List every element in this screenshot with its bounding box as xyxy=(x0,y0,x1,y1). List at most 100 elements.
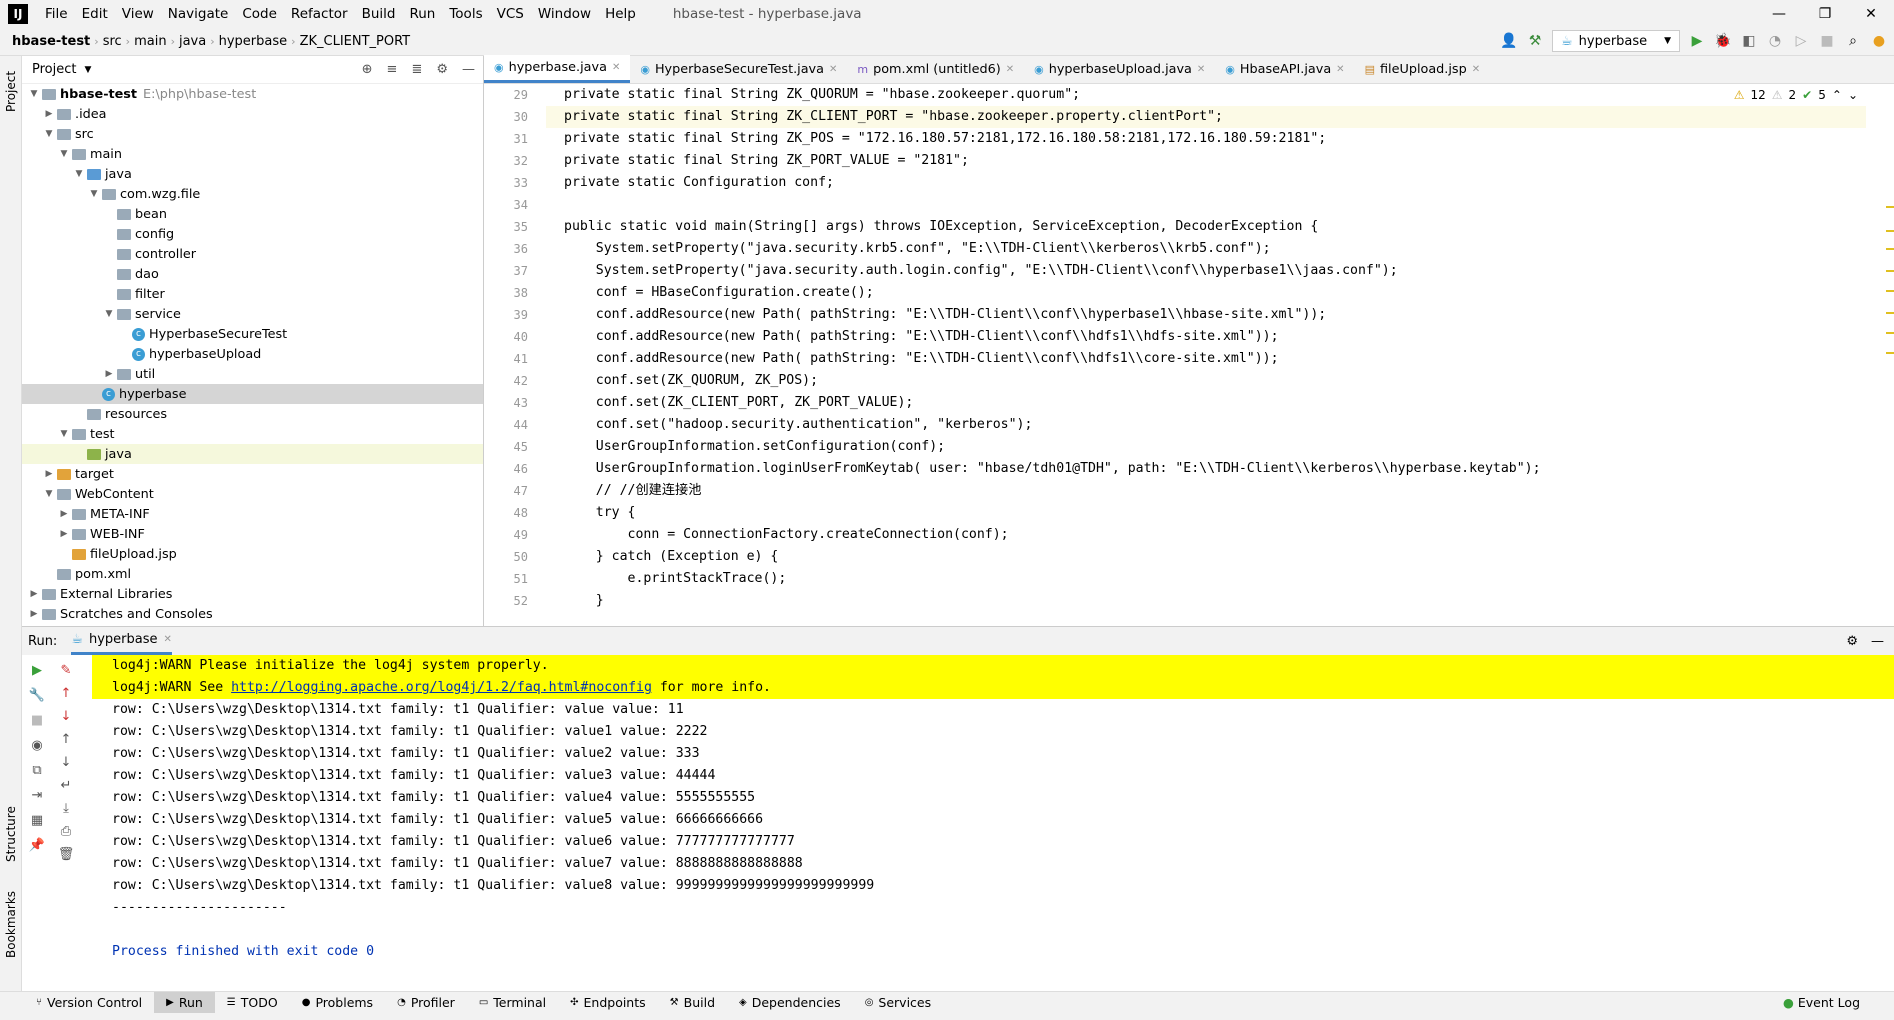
editor-tab[interactable]: ◉ HbaseAPI.java ✕ xyxy=(1215,55,1354,83)
menu-build[interactable]: Build xyxy=(355,6,403,22)
menu-run[interactable]: Run xyxy=(402,6,442,22)
pin-icon[interactable]: 📌 xyxy=(27,838,47,853)
menu-edit[interactable]: Edit xyxy=(75,6,115,22)
tree-item[interactable]: ▶ META-INF xyxy=(22,504,483,524)
editor-tab[interactable]: m pom.xml (untitled6) ✕ xyxy=(847,55,1024,83)
menu-view[interactable]: View xyxy=(115,6,161,22)
locate-icon[interactable]: ⊕ xyxy=(362,62,373,77)
chevron-right-icon[interactable]: ▶ xyxy=(56,529,72,539)
tool-window-profiler[interactable]: ◔ Profiler xyxy=(385,992,467,1014)
tool-window-run[interactable]: ▶ Run xyxy=(154,991,215,1014)
tree-item[interactable]: ▼ service xyxy=(22,304,483,324)
close-icon[interactable]: ✕ xyxy=(829,64,837,75)
stop-icon[interactable]: ■ xyxy=(1818,33,1836,49)
close-icon[interactable]: ✕ xyxy=(164,634,172,645)
tree-item[interactable]: ▼ main xyxy=(22,144,483,164)
tool-window-version-control[interactable]: ⑂ Version Control xyxy=(24,992,154,1014)
menu-tools[interactable]: Tools xyxy=(442,6,489,22)
tree-item[interactable]: pom.xml xyxy=(22,564,483,584)
minimize-icon[interactable]: — xyxy=(1756,0,1802,28)
update-icon[interactable]: ● xyxy=(1870,33,1888,49)
breadcrumb-item[interactable]: hyperbase xyxy=(215,34,292,49)
tool-window-terminal[interactable]: ▭ Terminal xyxy=(467,992,558,1014)
tree-item[interactable]: ▶ target xyxy=(22,464,483,484)
edit-icon[interactable]: ✎ xyxy=(56,663,76,678)
gear-icon[interactable]: ⚙ xyxy=(436,62,448,77)
tree-item[interactable]: ▶ Scratches and Consoles xyxy=(22,604,483,624)
menu-help[interactable]: Help xyxy=(598,6,643,22)
rerun-icon[interactable]: ▶ xyxy=(27,663,47,678)
tool-window-endpoints[interactable]: ✣ Endpoints xyxy=(558,992,658,1014)
chevron-right-icon[interactable]: ▶ xyxy=(41,469,57,479)
chevron-down-icon[interactable]: ▼ xyxy=(84,65,91,75)
tree-item[interactable]: controller xyxy=(22,244,483,264)
close-icon[interactable]: ✕ xyxy=(1006,64,1014,75)
stop-icon[interactable]: ■ xyxy=(27,713,47,728)
menu-vcs[interactable]: VCS xyxy=(490,6,531,22)
breadcrumb-item[interactable]: java xyxy=(175,34,210,49)
menu-window[interactable]: Window xyxy=(531,6,598,22)
search-icon[interactable]: ⌕ xyxy=(1844,33,1862,49)
chevron-right-icon[interactable]: ▶ xyxy=(41,109,57,119)
close-icon[interactable]: ✕ xyxy=(612,62,620,73)
menu-file[interactable]: File xyxy=(38,6,75,22)
tree-item[interactable]: ▶ WEB-INF xyxy=(22,524,483,544)
tree-item[interactable]: config xyxy=(22,224,483,244)
scroll-end-icon[interactable]: ⤓ xyxy=(56,801,76,816)
build-hammer-icon[interactable]: ⚒ xyxy=(1526,33,1544,49)
layout-icon[interactable]: ▦ xyxy=(27,813,47,828)
chevron-right-icon[interactable]: ▶ xyxy=(56,509,72,519)
project-panel-title[interactable]: Project xyxy=(32,62,76,77)
editor-tab[interactable]: ◉ hyperbaseUpload.java ✕ xyxy=(1024,55,1215,83)
print-icon[interactable]: ⎙ xyxy=(56,824,76,839)
code-view[interactable]: private static final String ZK_QUORUM = … xyxy=(546,84,1866,626)
arrow-up-icon[interactable]: ↑ xyxy=(56,686,76,701)
collapse-all-icon[interactable]: ≣ xyxy=(411,62,422,77)
side-label-project[interactable]: Project xyxy=(4,71,18,112)
breadcrumb-item[interactable]: src xyxy=(99,34,126,49)
tree-item[interactable]: ▼ src xyxy=(22,124,483,144)
tool-window-build[interactable]: ⚒ Build xyxy=(658,992,727,1014)
breadcrumb-item[interactable]: main xyxy=(130,34,170,49)
close-icon[interactable]: ✕ xyxy=(1472,64,1480,75)
tree-item[interactable]: java xyxy=(22,444,483,464)
user-icon[interactable]: 👤 xyxy=(1500,33,1518,49)
step-icon[interactable]: ▷ xyxy=(1792,33,1810,49)
expand-all-icon[interactable]: ≡ xyxy=(387,62,398,77)
chevron-down-icon[interactable]: ▼ xyxy=(86,189,102,199)
tree-item[interactable]: ▶ .idea xyxy=(22,104,483,124)
tree-root[interactable]: ▼ hbase-test E:\php\hbase-test xyxy=(22,84,483,104)
chevron-down-icon[interactable]: ⌄ xyxy=(1848,88,1858,102)
tree-item[interactable]: c HyperbaseSecureTest xyxy=(22,324,483,344)
run-icon[interactable]: ▶ xyxy=(1688,33,1706,49)
chevron-down-icon[interactable]: ▼ xyxy=(26,89,42,99)
editor-tab[interactable]: ▤ fileUpload.jsp ✕ xyxy=(1355,55,1491,83)
chevron-right-icon[interactable]: ▶ xyxy=(26,589,42,599)
close-icon[interactable]: ✕ xyxy=(1848,0,1894,28)
editor-tab[interactable]: ◉ HyperbaseSecureTest.java ✕ xyxy=(630,55,847,83)
debug-icon[interactable]: 🐞 xyxy=(1714,33,1732,49)
tree-item[interactable]: ▼ com.wzg.file xyxy=(22,184,483,204)
profile-icon[interactable]: ◔ xyxy=(1766,33,1784,49)
chevron-down-icon[interactable]: ▼ xyxy=(41,129,57,139)
up-icon[interactable]: ↑ xyxy=(56,732,76,747)
breadcrumb-item[interactable]: ZK_CLIENT_PORT xyxy=(296,34,415,49)
side-label-structure[interactable]: Structure xyxy=(4,806,18,862)
tree-item[interactable]: resources xyxy=(22,404,483,424)
chevron-up-icon[interactable]: ⌃ xyxy=(1832,88,1842,102)
chevron-right-icon[interactable]: ▶ xyxy=(101,369,117,379)
tool-window-problems[interactable]: ● Problems xyxy=(290,992,385,1014)
tree-item[interactable]: ▶ External Libraries xyxy=(22,584,483,604)
breadcrumb-item[interactable]: hbase-test xyxy=(0,34,94,49)
console-output[interactable]: log4j:WARN Please initialize the log4j s… xyxy=(92,655,1894,992)
tree-item[interactable]: ▼ java xyxy=(22,164,483,184)
chevron-down-icon[interactable]: ▼ xyxy=(56,429,72,439)
tree-item[interactable]: bean xyxy=(22,204,483,224)
wrench-icon[interactable]: 🔧 xyxy=(27,688,47,703)
exit-icon[interactable]: ⇥ xyxy=(27,788,47,803)
tree-item[interactable]: ▼ WebContent xyxy=(22,484,483,504)
camera-icon[interactable]: ◉ xyxy=(27,738,47,753)
tool-window-dependencies[interactable]: ◈ Dependencies xyxy=(727,992,853,1014)
event-log-button[interactable]: ● Event Log xyxy=(1783,995,1860,1010)
tool-window-todo[interactable]: ☰ TODO xyxy=(215,992,290,1014)
